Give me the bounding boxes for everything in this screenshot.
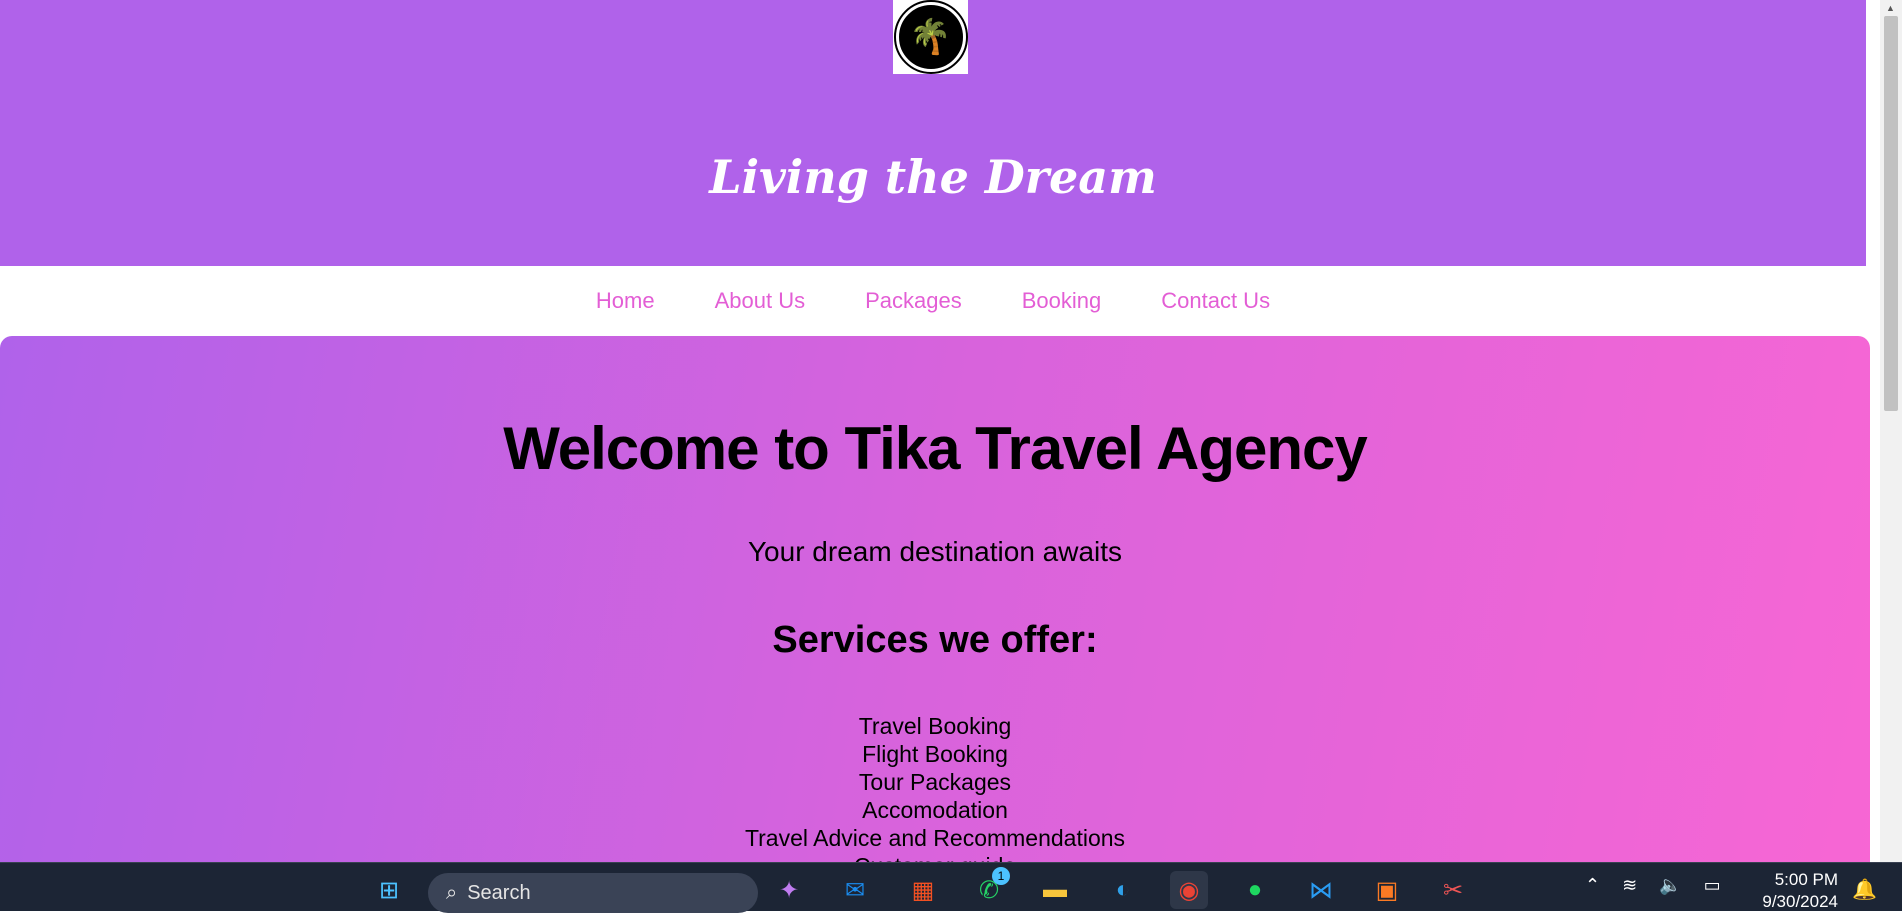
service-item: Travel Advice and Recommendations xyxy=(744,825,1126,851)
service-item: Travel Booking xyxy=(858,713,1012,739)
scrollbar-thumb[interactable] xyxy=(1884,16,1898,411)
scroll-up-icon[interactable]: ▲ xyxy=(1886,3,1895,13)
vscode-icon[interactable]: ⋈ xyxy=(1302,871,1340,909)
services-list: Travel Booking Flight Booking Tour Packa… xyxy=(0,712,1870,880)
site-title: Living the Dream xyxy=(709,150,1157,204)
nav-booking[interactable]: Booking xyxy=(1022,288,1102,314)
nav-home[interactable]: Home xyxy=(596,288,655,314)
nav-packages[interactable]: Packages xyxy=(865,288,962,314)
xampp-icon[interactable]: ▣ xyxy=(1368,871,1406,909)
spotify-icon[interactable]: ● xyxy=(1236,871,1274,909)
outlook-icon[interactable]: ✉ xyxy=(836,871,874,909)
search-icon: ⌕ xyxy=(446,881,458,904)
date: 9/30/2024 xyxy=(1762,892,1838,911)
service-item: Accomodation xyxy=(862,797,1008,823)
service-item: Flight Booking xyxy=(862,741,1008,767)
main-nav: Home About Us Packages Booking Contact U… xyxy=(0,266,1866,336)
copilot-icon[interactable]: ✦ xyxy=(770,871,808,909)
taskbar-search[interactable]: ⌕ Search xyxy=(428,873,758,913)
snipping-tool-icon[interactable]: ✂ xyxy=(1434,871,1472,909)
page-heading: Welcome to Tika Travel Agency xyxy=(503,415,1368,482)
system-tray: ⌃ ≋ 🔈 ▭ xyxy=(1585,875,1721,896)
nav-about-us[interactable]: About Us xyxy=(715,288,806,314)
page-scrollbar[interactable]: ▲ xyxy=(1880,0,1902,862)
chevron-up-icon[interactable]: ⌃ xyxy=(1585,875,1600,896)
chrome-icon[interactable]: ◉ xyxy=(1170,871,1208,909)
nav-contact-us[interactable]: Contact Us xyxy=(1161,288,1270,314)
edge-icon[interactable]: ◐ xyxy=(1104,871,1142,909)
palm-tree-logo[interactable]: 🌴 xyxy=(893,0,968,74)
file-explorer-icon[interactable]: ▬ xyxy=(1036,871,1074,909)
store-icon[interactable]: ▦ xyxy=(904,871,942,909)
site-header: 🌴 Living the Dream xyxy=(0,0,1866,266)
search-label: Search xyxy=(467,881,531,904)
hero-section: Welcome to Tika Travel Agency Your dream… xyxy=(0,336,1870,879)
clock[interactable]: 5:00 PM 9/30/2024 xyxy=(1750,869,1838,913)
notification-bell-icon[interactable]: 🔔 xyxy=(1852,877,1877,902)
whatsapp-icon[interactable]: ✆ 1 xyxy=(970,867,1010,909)
service-item: Tour Packages xyxy=(858,769,1012,795)
battery-icon[interactable]: ▭ xyxy=(1704,875,1721,896)
wifi-icon[interactable]: ≋ xyxy=(1622,875,1637,896)
services-heading: Services we offer: xyxy=(772,619,1098,661)
volume-icon[interactable]: 🔈 xyxy=(1659,875,1681,896)
windows-start-icon[interactable]: ⊞ xyxy=(370,871,408,909)
notification-badge: 1 xyxy=(992,867,1010,885)
time: 5:00 PM xyxy=(1774,870,1838,889)
taskbar: ⊞ ⌕ Search ✦ ✉ ▦ ✆ 1 ▬ ◐ ◉ ● ⋈ ▣ ✂ ⌃ ≋ 🔈 ▭… xyxy=(0,862,1902,913)
subtitle: Your dream destination awaits xyxy=(747,536,1123,567)
